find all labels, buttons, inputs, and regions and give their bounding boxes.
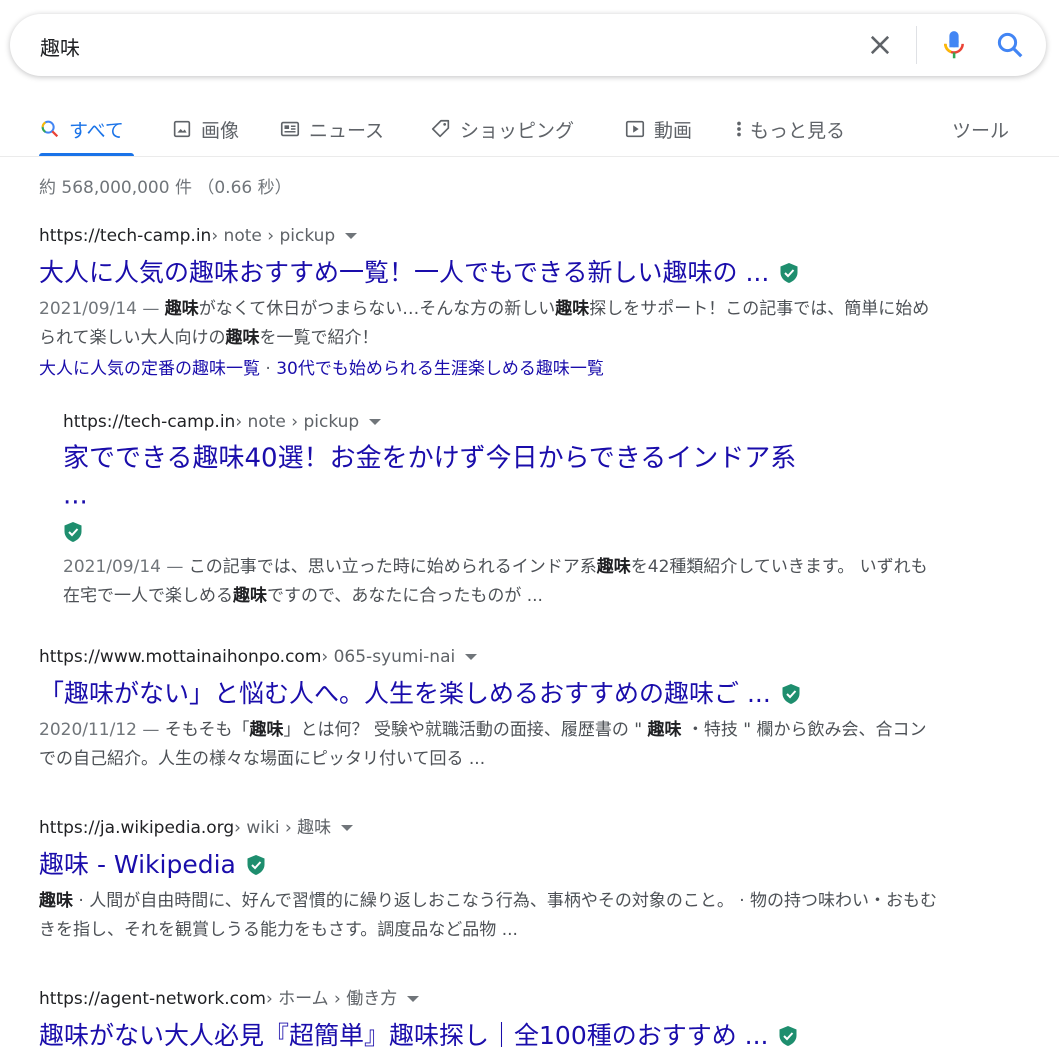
- video-icon: [625, 120, 645, 138]
- result-title-link[interactable]: 大人に人気の趣味おすすめ一覧！一人でもできる新しい趣味の ...: [39, 254, 939, 291]
- result-sitelinks: 大人に人気の定番の趣味一覧 · 30代でも始められる生涯楽しめる趣味一覧: [39, 357, 939, 381]
- result-menu-caret-icon[interactable]: [341, 825, 354, 831]
- result-path: › ホーム › 働き方: [265, 989, 398, 1009]
- snippet-text: この記事では、思い立った時に始められるインドア系: [188, 557, 597, 577]
- search-box[interactable]: 趣味: [10, 14, 1046, 76]
- search-tabs: すべて 画像 ニュース ショッピング 動画 もっと見る ツール: [0, 102, 1059, 157]
- result-stats: 約 568,000,000 件 （0.66 秒）: [39, 178, 292, 198]
- snippet-highlight: 趣味: [233, 586, 267, 606]
- snippet-text: ですので、あなたに合ったものが ...: [267, 586, 543, 606]
- search-button[interactable]: [995, 30, 1025, 60]
- voice-search-button[interactable]: [940, 30, 968, 60]
- tab-videos[interactable]: 動画: [624, 114, 692, 144]
- search-result: https://agent-network.com › ホーム › 働き方 趣味…: [39, 987, 939, 1054]
- tab-news-label: ニュース: [309, 119, 385, 142]
- result-path: › wiki › 趣味: [234, 818, 332, 838]
- search-result-indented: https://tech-camp.in › note › pickup 家でで…: [63, 410, 943, 611]
- verified-shield-icon: [247, 855, 265, 875]
- result-url[interactable]: https://agent-network.com › ホーム › 働き方: [39, 987, 939, 1011]
- tab-videos-label: 動画: [654, 119, 693, 142]
- sitelink-separator: ·: [265, 359, 271, 379]
- search-result: https://www.mottainaihonpo.com › 065-syu…: [39, 645, 939, 774]
- search-icon: [997, 32, 1023, 58]
- result-title: 趣味 - Wikipedia: [39, 850, 236, 879]
- result-title-ellipsis: ...: [63, 480, 88, 510]
- result-path: › note › pickup: [235, 412, 360, 432]
- snippet-highlight: 趣味: [555, 299, 590, 319]
- result-site: https://www.mottainaihonpo.com: [39, 647, 322, 667]
- snippet-highlight: 趣味: [164, 299, 199, 319]
- result-site: https://agent-network.com: [39, 989, 266, 1009]
- result-title-link[interactable]: 趣味がない大人必見『超簡単』趣味探し｜全100種のおすすめ ...: [39, 1017, 939, 1054]
- result-title: 家でできる趣味40選！お金をかけず今日からできるインドア系: [63, 443, 797, 474]
- search-input[interactable]: 趣味: [40, 32, 80, 61]
- tab-news[interactable]: ニュース: [279, 114, 384, 144]
- searchbox-divider: [916, 26, 917, 64]
- result-date: 2021/09/14 —: [39, 299, 165, 319]
- result-snippet: 2021/09/14 — 趣味がなくて休日がつまらない…そんな方の新しい趣味探し…: [39, 295, 939, 353]
- result-title: 「趣味がない」と悩む人へ。人生を楽しめるおすすめの趣味ご ...: [39, 679, 771, 708]
- result-url[interactable]: https://tech-camp.in › note › pickup: [63, 410, 943, 434]
- result-date: 2021/09/14 —: [63, 557, 189, 577]
- tab-images[interactable]: 画像: [171, 114, 239, 144]
- result-url[interactable]: https://tech-camp.in › note › pickup: [39, 224, 939, 248]
- tab-all[interactable]: すべて: [39, 114, 124, 144]
- result-url[interactable]: https://www.mottainaihonpo.com › 065-syu…: [39, 645, 939, 669]
- news-icon: [280, 121, 300, 137]
- result-snippet: 趣味 · 人間が自由時間に、好んで習慣的に繰り返しおこなう行為、事柄やその対象の…: [39, 887, 939, 945]
- result-url[interactable]: https://ja.wikipedia.org › wiki › 趣味: [39, 816, 939, 840]
- snippet-text: そもそも「: [164, 720, 250, 740]
- tag-icon: [431, 119, 450, 138]
- result-title-link[interactable]: 趣味 - Wikipedia: [39, 846, 939, 883]
- sitelink[interactable]: 30代でも始められる生涯楽しめる趣味一覧: [276, 359, 604, 379]
- result-path: › note › pickup: [211, 226, 336, 246]
- sitelink[interactable]: 大人に人気の定番の趣味一覧: [39, 359, 260, 379]
- tools-label: ツール: [952, 119, 1010, 142]
- verified-shield-icon: [64, 521, 82, 542]
- result-menu-caret-icon[interactable]: [465, 654, 478, 660]
- tools-button[interactable]: ツール: [952, 114, 1009, 144]
- search-icon: [41, 120, 59, 138]
- result-site: https://tech-camp.in: [39, 226, 212, 246]
- more-vert-icon: [737, 121, 741, 137]
- snippet-highlight: 趣味: [249, 720, 284, 740]
- result-menu-caret-icon[interactable]: [345, 233, 358, 239]
- verified-shield-icon: [779, 1026, 797, 1046]
- result-path: › 065-syumi-nai: [321, 647, 456, 667]
- microphone-icon: [944, 31, 964, 59]
- snippet-text: を一覧で紹介！: [259, 328, 379, 348]
- tab-more-label: もっと見る: [750, 119, 846, 142]
- snippet-text: 」とは何？ 受験や就職活動の面接、履歴書の ": [283, 720, 648, 740]
- image-icon: [173, 120, 191, 138]
- active-tab-indicator: [39, 153, 134, 156]
- tab-all-label: すべて: [69, 119, 124, 142]
- result-site: https://tech-camp.in: [63, 412, 236, 432]
- tab-shopping-label: ショッピング: [460, 119, 575, 142]
- result-menu-caret-icon[interactable]: [407, 996, 420, 1002]
- result-snippet: 2020/11/12 — そもそも「趣味」とは何？ 受験や就職活動の面接、履歴書…: [39, 716, 939, 774]
- verified-shield-icon: [782, 684, 800, 704]
- result-date: 2020/11/12 —: [39, 720, 165, 740]
- result-site: https://ja.wikipedia.org: [39, 818, 235, 838]
- snippet-text: がなくて休日がつまらない…そんな方の新しい: [198, 299, 556, 319]
- tab-more[interactable]: もっと見る: [734, 114, 845, 144]
- verified-shield-icon: [780, 263, 798, 283]
- snippet-highlight: 趣味: [225, 328, 260, 348]
- snippet-highlight: 趣味: [39, 891, 73, 911]
- close-icon: [870, 35, 890, 55]
- result-title-link[interactable]: 「趣味がない」と悩む人へ。人生を楽しめるおすすめの趣味ご ...: [39, 675, 939, 712]
- snippet-highlight: 趣味: [647, 720, 682, 740]
- search-result: https://ja.wikipedia.org › wiki › 趣味 趣味 …: [39, 816, 939, 945]
- tab-shopping[interactable]: ショッピング: [430, 114, 574, 144]
- tab-images-label: 画像: [201, 119, 240, 142]
- search-result: https://tech-camp.in › note › pickup 大人に…: [39, 224, 939, 381]
- result-menu-caret-icon[interactable]: [369, 419, 382, 425]
- snippet-text: · 人間が自由時間に、好んで習慣的に繰り返しおこなう行為、事柄やその対象のこと。…: [39, 891, 938, 940]
- result-snippet: 2021/09/14 — この記事では、思い立った時に始められるインドア系趣味を…: [63, 553, 943, 611]
- result-title: 趣味がない大人必見『超簡単』趣味探し｜全100種のおすすめ ...: [39, 1021, 769, 1050]
- result-title: 大人に人気の趣味おすすめ一覧！一人でもできる新しい趣味の ...: [39, 258, 770, 287]
- result-title-link[interactable]: 家でできる趣味40選！お金をかけず今日からできるインドア系 ...: [63, 440, 943, 549]
- snippet-highlight: 趣味: [596, 557, 631, 577]
